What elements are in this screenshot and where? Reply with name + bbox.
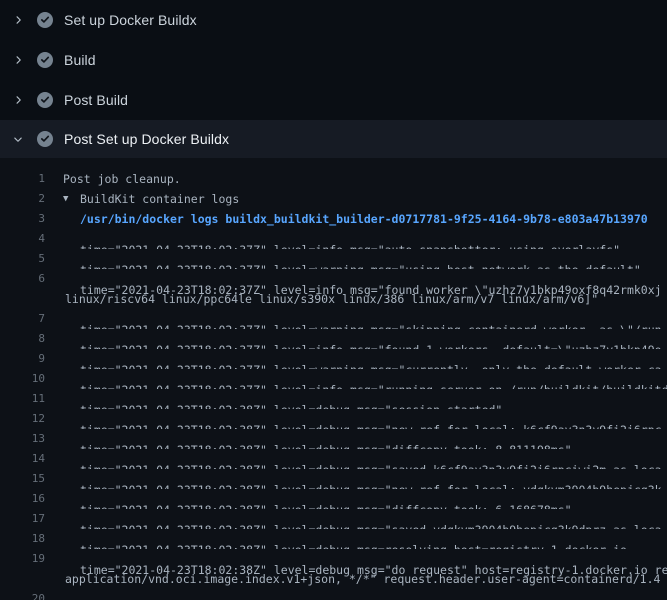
- log-line: 11 time="2021-04-23T18:02:38Z" level=deb…: [0, 389, 667, 409]
- log-line: 18 time="2021-04-23T18:02:38Z" level=deb…: [0, 529, 667, 549]
- chevron-right-icon[interactable]: [12, 14, 37, 26]
- log-line: 8 time="2021-04-23T18:02:37Z" level=info…: [0, 329, 667, 349]
- log-line: 6 time="2021-04-23T18:02:37Z" level=info…: [0, 269, 667, 289]
- log-line: 10 time="2021-04-23T18:02:37Z" level=inf…: [0, 369, 667, 389]
- step-title: Post Build: [64, 92, 128, 108]
- step-row[interactable]: Set up Docker Buildx: [0, 0, 667, 40]
- log-viewer: 1 Post job cleanup. 2 BuildKit container…: [0, 158, 667, 600]
- log-line-number[interactable]: 9: [0, 349, 45, 369]
- check-circle-icon: [37, 131, 53, 147]
- log-line: 16 time="2021-04-23T18:02:38Z" level=deb…: [0, 489, 667, 509]
- group-toggle-triangle-icon[interactable]: ▼: [63, 189, 68, 209]
- log-line-number[interactable]: 18: [0, 529, 45, 549]
- log-line: application/vnd.oci.image.index.v1+json,…: [0, 569, 667, 589]
- step-row[interactable]: Build: [0, 40, 667, 80]
- step-row[interactable]: Post Set up Docker Buildx: [0, 120, 667, 158]
- log-line-number[interactable]: 16: [0, 489, 45, 509]
- log-line-number[interactable]: 13: [0, 429, 45, 449]
- log-line: 5 time="2021-04-23T18:02:37Z" level=warn…: [0, 249, 667, 269]
- log-line-number[interactable]: 17: [0, 509, 45, 529]
- log-line-number[interactable]: 15: [0, 469, 45, 489]
- actions-log-page: { "theme": { "page_bg": "#0a0e14", "expa…: [0, 0, 667, 600]
- check-circle-icon: [37, 92, 53, 108]
- log-line: 4 time="2021-04-23T18:02:37Z" level=info…: [0, 229, 667, 249]
- log-line-number[interactable]: 4: [0, 229, 45, 249]
- step-title: Set up Docker Buildx: [64, 12, 197, 28]
- log-line-text: application/vnd.oci.image.index.v1+json,…: [65, 569, 660, 589]
- log-line: 15 time="2021-04-23T18:02:38Z" level=deb…: [0, 469, 667, 489]
- log-line-text: time="2021-04-23T18:02:38Z" level=debug …: [80, 589, 667, 600]
- log-line-number[interactable]: 1: [0, 169, 45, 189]
- log-line-number[interactable]: 14: [0, 449, 45, 469]
- log-line: 7 time="2021-04-23T18:02:37Z" level=warn…: [0, 309, 667, 329]
- log-line-text: /usr/bin/docker logs buildx_buildkit_bui…: [80, 209, 648, 229]
- chevron-right-icon[interactable]: [12, 94, 37, 106]
- log-line-number[interactable]: 8: [0, 329, 45, 349]
- step-title: Build: [64, 52, 96, 68]
- chevron-down-icon[interactable]: [12, 133, 37, 145]
- check-circle-icon: [37, 12, 53, 28]
- step-title: Post Set up Docker Buildx: [64, 131, 229, 147]
- log-line: linux/riscv64 linux/ppc64le linux/s390x …: [0, 289, 667, 309]
- log-line: 19 time="2021-04-23T18:02:38Z" level=deb…: [0, 549, 667, 569]
- step-row[interactable]: Post Build: [0, 80, 667, 120]
- log-line-number[interactable]: 19: [0, 549, 45, 569]
- log-line: 3 /usr/bin/docker logs buildx_buildkit_b…: [0, 209, 667, 229]
- log-line: 2 BuildKit container logs ▼: [0, 189, 667, 209]
- log-line: 1 Post job cleanup.: [0, 169, 667, 189]
- log-line-number[interactable]: 2: [0, 189, 45, 209]
- log-line-number[interactable]: 3: [0, 209, 45, 229]
- log-line-text: BuildKit container logs: [80, 189, 239, 209]
- chevron-right-icon[interactable]: [12, 54, 37, 66]
- log-line: 13 time="2021-04-23T18:02:38Z" level=deb…: [0, 429, 667, 449]
- log-line-number[interactable]: 10: [0, 369, 45, 389]
- log-line-number[interactable]: 5: [0, 249, 45, 269]
- log-line-number[interactable]: 20: [0, 589, 45, 600]
- log-line: 12 time="2021-04-23T18:02:38Z" level=deb…: [0, 409, 667, 429]
- log-line-text: Post job cleanup.: [63, 169, 181, 189]
- log-line: 17 time="2021-04-23T18:02:38Z" level=deb…: [0, 509, 667, 529]
- log-line-number[interactable]: 6: [0, 269, 45, 289]
- log-line-number[interactable]: 11: [0, 389, 45, 409]
- log-line-number[interactable]: 7: [0, 309, 45, 329]
- log-line: 20 time="2021-04-23T18:02:38Z" level=deb…: [0, 589, 667, 600]
- log-line-text: linux/riscv64 linux/ppc64le linux/s390x …: [65, 289, 598, 309]
- steps-list: Set up Docker Buildx Build Post Buil: [0, 0, 667, 158]
- check-circle-icon: [37, 52, 53, 68]
- log-line-number[interactable]: 12: [0, 409, 45, 429]
- log-line: 14 time="2021-04-23T18:02:38Z" level=deb…: [0, 449, 667, 469]
- log-line: 9 time="2021-04-23T18:02:37Z" level=warn…: [0, 349, 667, 369]
